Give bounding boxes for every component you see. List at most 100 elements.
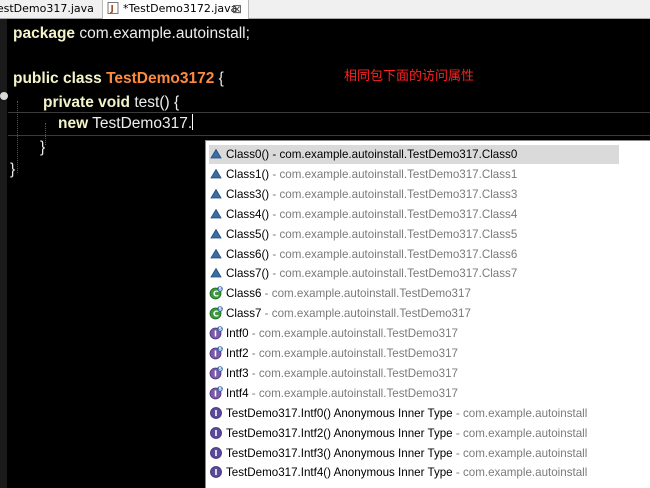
indent-guide [17,101,18,173]
proposal-name: Class6 [226,287,262,301]
class-icon: CS [209,286,223,300]
anonymous-type-icon: I [209,465,223,479]
svg-text:S: S [219,367,222,373]
svg-text:I: I [215,449,218,458]
constructor-icon [209,266,223,280]
svg-text:S: S [219,307,222,313]
tab-testdemo317[interactable]: TestDemo317.java [0,0,100,19]
constructor-icon [209,227,223,241]
proposal-item[interactable]: I TestDemo317.Intf0() Anonymous Inner Typ… [209,404,619,423]
proposal-separator: - [269,247,280,261]
interface-icon: IS [209,385,223,400]
svg-text:I: I [214,350,217,359]
proposal-name: Class1() [226,167,270,181]
proposal-item[interactable]: Class1() - com.example.autoinstall.TestD… [209,165,619,184]
proposal-item[interactable]: I S Intf0 - com.example.autoinstall.TestDe… [209,324,619,343]
proposal-qualifier: com.example.autoinstall.TestDemo317 [258,327,459,341]
proposal-item[interactable]: Class0() - com.example.autoinstall.TestD… [209,145,619,164]
proposal-qualifier: com.example.autoinstall.TestDemo317 [258,386,459,400]
proposal-separator: - [269,187,280,201]
proposal-item[interactable]: Class5() - com.example.autoinstall.TestD… [209,225,619,244]
editor-gutter [0,19,7,488]
proposal-item[interactable]: I S Intf4 - com.example.autoinstall.TestDe… [209,384,619,403]
text-caret [192,114,194,130]
proposal-item[interactable]: I TestDemo317.Intf4() Anonymous Inner Typ… [209,463,619,482]
proposal-qualifier: com.example.autoinstall [462,446,588,460]
keyword: private [43,94,94,111]
proposal-item[interactable]: Class6() - com.example.autoinstall.TestD… [209,245,619,264]
proposal-item[interactable]: I S Intf2 - com.example.autoinstall.TestDe… [209,344,619,363]
proposal-name: TestDemo317.Intf4() Anonymous Inner Type [226,466,453,480]
interface-icon: IS [209,366,223,380]
proposal-name: TestDemo317.Intf3() Anonymous Inner Type [226,446,453,460]
anonymous-type-icon: I [209,406,223,420]
class-icon: CS [209,306,223,320]
proposal-separator: - [269,227,280,241]
proposal-item[interactable]: C S Class7 - com.example.autoinstall.TestD… [209,304,619,323]
proposal-name: Intf0 [226,327,249,341]
svg-text:S: S [219,327,222,333]
code-line-class-decl: public class TestDemo3172 { [13,69,224,89]
proposal-name: Intf2 [226,347,249,360]
keyword: public [13,70,59,87]
proposal-separator: - [248,327,259,341]
proposal-name: Class4() [226,207,270,221]
proposal-separator: - [248,386,259,400]
proposal-separator: - [261,307,272,321]
fold-marker-icon[interactable] [0,92,8,100]
proposal-qualifier: com.example.autoinstall.TestDemo317.Clas… [279,227,518,241]
content-assist-popup[interactable]: Class0() - com.example.autoinstall.TestD… [205,140,650,488]
proposal-separator: - [261,287,272,301]
proposal-qualifier: com.example.autoinstall.TestDemo317.Clas… [279,148,518,161]
proposal-item[interactable]: Class7() - com.example.autoinstall.TestD… [209,264,619,283]
code-line-new: new TestDemo317. [58,114,194,134]
constructor-icon [209,147,223,161]
proposal-qualifier: com.example.autoinstall.TestDemo317.Clas… [279,267,518,281]
proposal-item[interactable]: Class3() - com.example.autoinstall.TestD… [209,185,619,204]
proposal-qualifier: com.example.autoinstall.TestDemo317.Clas… [279,207,518,221]
svg-text:S: S [219,347,222,353]
svg-text:I: I [214,389,217,398]
class-name: TestDemo3172 [106,70,215,87]
proposal-name: Class5() [226,227,270,241]
proposal-name: Class0() [226,148,270,161]
proposal-qualifier: com.example.autoinstall [462,466,588,480]
proposal-separator: - [452,446,463,460]
svg-text:J: J [110,5,114,15]
java-file-icon: J [107,2,119,14]
proposal-separator: - [269,148,280,161]
proposal-item[interactable]: I S Intf3 - com.example.autoinstall.TestDe… [209,364,619,383]
proposal-name: Class6() [226,247,270,261]
anonymous-type-icon: I [209,446,223,460]
proposal-name: Class3() [226,187,270,201]
svg-text:I: I [215,409,218,418]
proposal-separator: - [269,267,280,281]
constructor-icon [209,187,223,201]
interface-icon: IS [209,326,223,340]
interface-icon: IS [209,346,223,360]
svg-text:I: I [214,369,217,378]
code-line-method-decl: private void test() { [43,93,179,113]
code-line-close-class: } [10,161,16,178]
proposal-qualifier: com.example.autoinstall.TestDemo317 [258,347,459,360]
keyword: package [13,25,76,42]
proposal-qualifier: com.example.autoinstall [462,406,588,420]
proposal-separator: - [269,167,280,181]
constructor-icon [209,207,223,221]
proposal-name: Class7 [226,307,262,321]
keyword: class [62,70,102,87]
tab-label: TestDemo317.java [0,2,94,15]
tab-testdemo3172[interactable]: J *TestDemo3172.java ⊠ [102,0,249,19]
proposal-item[interactable]: I TestDemo317.Intf3() Anonymous Inner Typ… [209,444,619,463]
proposal-separator: - [452,406,463,420]
keyword: new [58,115,89,132]
proposal-item[interactable]: Class4() - com.example.autoinstall.TestD… [209,205,619,224]
proposal-item[interactable]: I TestDemo317.Intf2() Anonymous Inner Typ… [209,424,619,443]
constructor-icon [209,167,223,181]
keyword: void [98,94,131,111]
close-icon[interactable]: ⊠ [232,0,242,18]
proposal-name: TestDemo317.Intf2() Anonymous Inner Type [226,426,453,440]
proposal-qualifier: com.example.autoinstall.TestDemo317.Clas… [279,167,518,181]
proposal-separator: - [452,426,463,440]
proposal-item[interactable]: C S Class6 - com.example.autoinstall.TestD… [209,284,619,303]
